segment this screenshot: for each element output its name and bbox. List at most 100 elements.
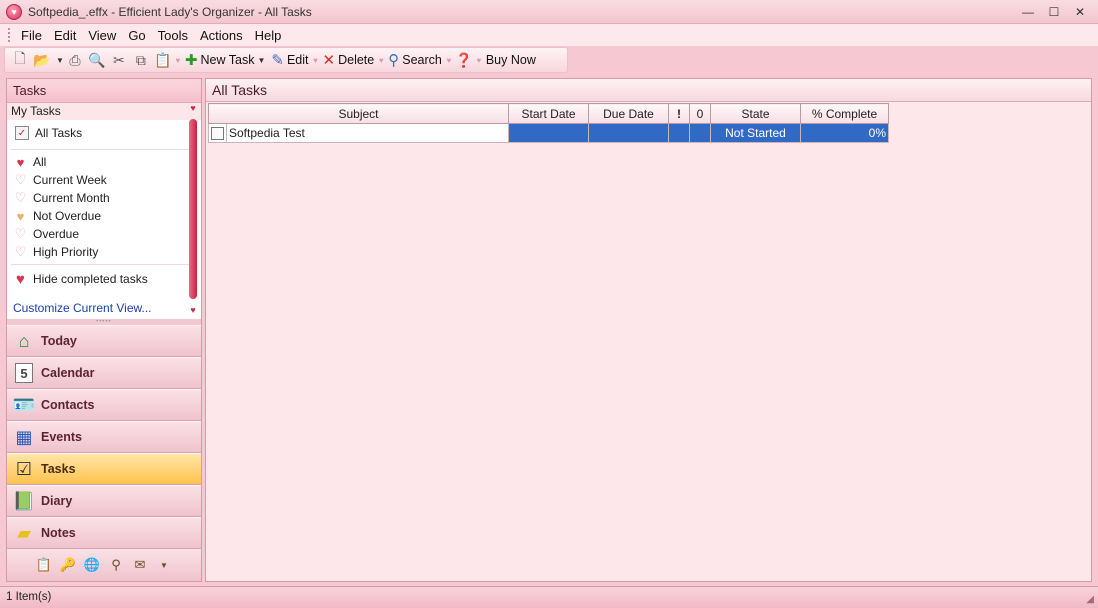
globe-icon[interactable]: 🌐	[83, 556, 101, 574]
task-checklist-icon: ☑	[15, 458, 33, 479]
nav-label: Contacts	[41, 398, 95, 412]
view-title: All Tasks	[206, 79, 1091, 102]
column-priority[interactable]: !	[668, 103, 690, 124]
new-document-icon[interactable]: 🗋	[10, 50, 30, 70]
app-heart-icon[interactable]: ♥	[6, 3, 22, 20]
paste-icon[interactable]: 📋	[153, 50, 173, 70]
customize-view-link[interactable]: Customize Current View...	[13, 301, 152, 315]
column-due-date[interactable]: Due Date	[588, 103, 669, 124]
nav-tasks[interactable]: ☑ Tasks	[7, 453, 201, 485]
column-percent-complete[interactable]: % Complete	[800, 103, 889, 124]
title-bar: ♥ Softpedia_.effx - Efficient Lady's Org…	[0, 0, 1098, 24]
clipboard-icon[interactable]: 📋	[35, 556, 53, 574]
new-task-dropdown-icon[interactable]: ▼	[257, 56, 265, 65]
nav-label: Notes	[41, 526, 76, 540]
column-start-date[interactable]: Start Date	[508, 103, 589, 124]
hide-completed-label: Hide completed tasks	[33, 272, 148, 286]
print-icon[interactable]: ⎙	[65, 50, 85, 70]
table-row[interactable]: Softpedia Test Not Started 0%	[208, 123, 889, 143]
delete-button[interactable]: ✕ Delete	[320, 51, 378, 69]
key-icon[interactable]: 🔑	[59, 556, 77, 574]
resize-grip-icon[interactable]: ◢	[1086, 594, 1094, 605]
divider	[11, 149, 197, 150]
nav-calendar[interactable]: 5 Calendar	[7, 357, 201, 389]
menu-view[interactable]: View	[82, 26, 122, 45]
row-checkbox[interactable]	[211, 127, 224, 141]
column-state[interactable]: State	[710, 103, 801, 124]
buy-now-button[interactable]: Buy Now	[483, 53, 539, 67]
cell-attachment[interactable]	[689, 123, 711, 143]
close-button[interactable]: ✕	[1068, 3, 1092, 20]
view-all[interactable]: ♥ All	[7, 153, 201, 171]
menu-help[interactable]: Help	[249, 26, 288, 45]
hide-completed-toggle[interactable]: ♥ Hide completed tasks	[7, 268, 201, 290]
menu-edit[interactable]: Edit	[48, 26, 82, 45]
nav-diary[interactable]: 📗 Diary	[7, 485, 201, 517]
open-dropdown-icon[interactable]: ▼	[56, 56, 64, 65]
heart-outline-icon: ♡	[14, 172, 27, 187]
calendar-icon: 5	[15, 363, 33, 383]
nav-today[interactable]: ⌂ Today	[7, 325, 201, 357]
cell-priority[interactable]	[668, 123, 690, 143]
cell-start-date[interactable]	[508, 123, 589, 143]
toolbar-separator-heart: ♥	[446, 55, 452, 65]
search-icon[interactable]: ⚲	[107, 556, 125, 574]
buy-now-label: Buy Now	[485, 53, 536, 67]
view-overdue[interactable]: ♡ Overdue	[7, 225, 201, 243]
cell-state[interactable]: Not Started	[710, 123, 801, 143]
my-tasks-group[interactable]: My Tasks	[7, 103, 201, 120]
toolbar-separator-heart: ♥	[378, 55, 384, 65]
window-controls: — ☐ ✕	[1016, 3, 1092, 20]
menu-go[interactable]: Go	[122, 26, 151, 45]
cut-icon[interactable]: ✂	[109, 50, 129, 70]
column-attachment[interactable]: 0	[689, 103, 711, 124]
new-task-button[interactable]: ✚ New Task ▼	[182, 51, 268, 69]
scroll-thumb[interactable]	[189, 119, 197, 299]
row-checkbox-cell[interactable]	[208, 123, 227, 143]
view-current-month[interactable]: ♡ Current Month	[7, 189, 201, 207]
copy-icon[interactable]: ⧉	[131, 50, 151, 70]
column-subject[interactable]: Subject	[208, 103, 509, 124]
diary-book-icon: 📗	[12, 490, 36, 511]
nav-label: Diary	[41, 494, 73, 508]
heart-outline-icon: ♡	[14, 244, 27, 259]
chevron-down-icon[interactable]: ▼	[155, 556, 173, 574]
view-current-week[interactable]: ♡ Current Week	[7, 171, 201, 189]
heart-outline-icon: ♡	[14, 226, 27, 241]
heart-checkbox-icon: ♥	[16, 270, 25, 288]
view-not-overdue[interactable]: ♥ Not Overdue	[7, 207, 201, 225]
edit-button[interactable]: ✎ Edit	[268, 51, 311, 69]
cell-percent-complete[interactable]: 0%	[800, 123, 889, 143]
toolbar-separator-heart: ♥	[313, 55, 318, 65]
mail-icon[interactable]: ✉	[131, 556, 149, 574]
all-tasks-folder[interactable]: ✓ All Tasks	[7, 120, 201, 146]
menu-grip[interactable]	[8, 28, 11, 42]
views-panel: My Tasks ✓ All Tasks ♥ All ♡ Current Wee…	[7, 103, 201, 319]
all-tasks-label: All Tasks	[35, 126, 83, 140]
scroll-up-icon[interactable]: ♥	[188, 103, 198, 113]
edit-label: Edit	[286, 53, 309, 67]
menu-file[interactable]: File	[15, 26, 48, 45]
minimize-button[interactable]: —	[1016, 3, 1040, 20]
toolbar-separator-heart: ♥	[175, 55, 181, 65]
print-preview-icon[interactable]: 🔍	[87, 50, 107, 70]
delete-x-icon: ✕	[322, 52, 336, 69]
menu-tools[interactable]: Tools	[152, 26, 194, 45]
open-folder-icon[interactable]: 📂	[32, 50, 52, 70]
window-title: Softpedia_.effx - Efficient Lady's Organ…	[28, 4, 312, 19]
heart-outline-icon: ♡	[14, 190, 27, 205]
nav-notes[interactable]: ▰ Notes	[7, 517, 201, 549]
views-scrollbar[interactable]: ♥ ♥	[188, 103, 198, 319]
cell-subject[interactable]: Softpedia Test	[226, 123, 509, 143]
nav-events[interactable]: ▦ Events	[7, 421, 201, 453]
divider	[11, 264, 197, 265]
cell-due-date[interactable]	[588, 123, 669, 143]
help-icon[interactable]: ❓	[454, 50, 474, 70]
search-button[interactable]: ⚲ Search	[385, 51, 445, 69]
menu-actions[interactable]: Actions	[194, 26, 249, 45]
sticky-note-icon: ▰	[17, 522, 31, 543]
maximize-button[interactable]: ☐	[1042, 3, 1066, 20]
nav-contacts[interactable]: 🪪 Contacts	[7, 389, 201, 421]
view-high-priority[interactable]: ♡ High Priority	[7, 243, 201, 261]
scroll-down-icon[interactable]: ♥	[188, 305, 198, 315]
